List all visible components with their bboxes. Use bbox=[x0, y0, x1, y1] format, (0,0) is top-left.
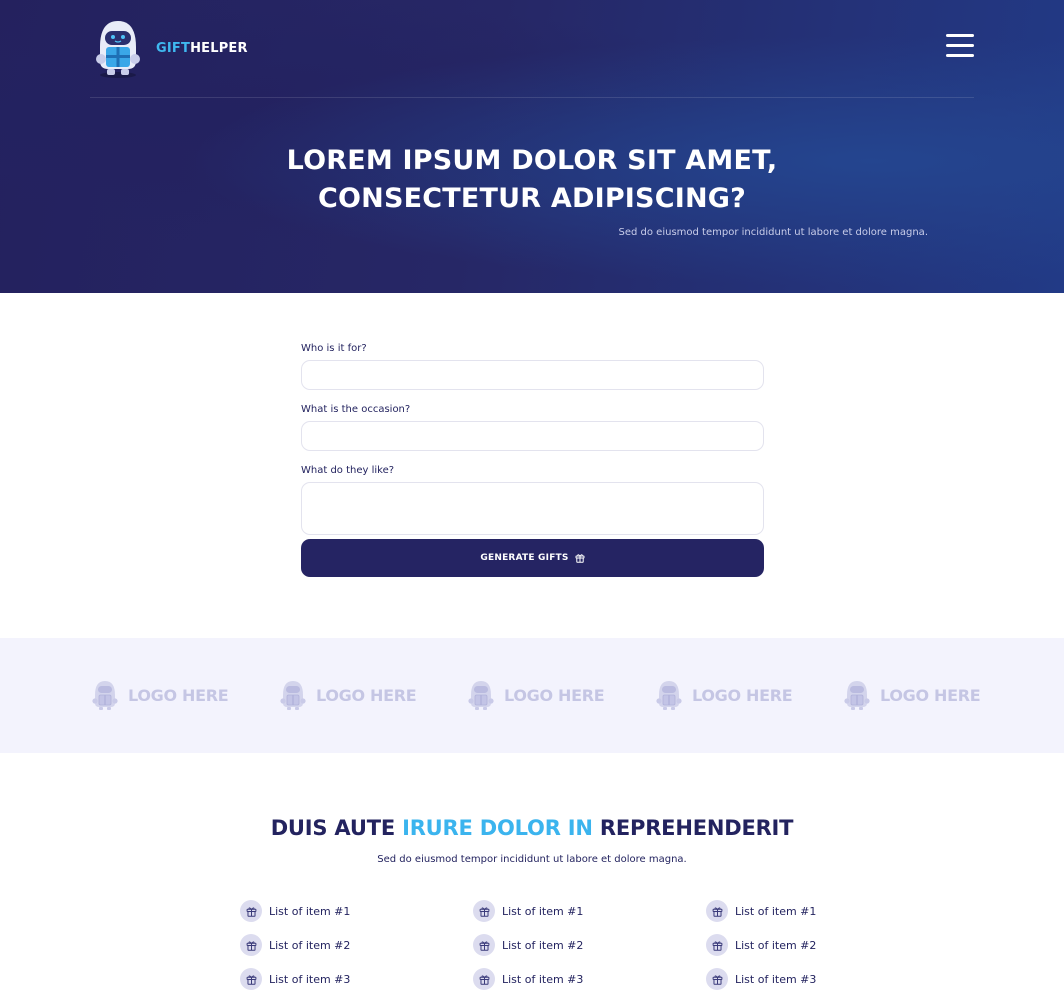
header-divider bbox=[90, 97, 974, 98]
partner-logo-text: LOGO HERE bbox=[316, 685, 417, 705]
partner-logo: LOGO HERE bbox=[654, 679, 793, 711]
likes-label: What do they like? bbox=[301, 465, 395, 476]
robot-logo-icon bbox=[468, 681, 494, 710]
gift-icon bbox=[240, 900, 262, 922]
gift-icon bbox=[473, 900, 495, 922]
gift-icon bbox=[240, 968, 262, 990]
hero-title-line1: LOREM IPSUM DOLOR SIT AMET, bbox=[286, 145, 778, 176]
list-item-text: List of item #1 bbox=[269, 904, 351, 918]
partner-logo-strip: LOGO HERE LOGO HERE LOGO HERE LOGO HERE … bbox=[0, 638, 1064, 753]
partner-logo: LOGO HERE bbox=[278, 679, 417, 711]
list-item: List of item #2 bbox=[240, 934, 440, 956]
robot-logo-icon bbox=[280, 681, 306, 710]
brand-name: GIFTHELPER bbox=[156, 41, 248, 56]
feature-list-column: List of item #1 List of item #2 List of … bbox=[706, 900, 906, 1001]
list-item-text: List of item #2 bbox=[269, 938, 351, 952]
generate-gifts-button[interactable]: GENERATE GIFTS bbox=[301, 539, 764, 577]
generate-gifts-label: GENERATE GIFTS bbox=[480, 553, 569, 563]
recipient-input[interactable] bbox=[301, 360, 764, 390]
list-item-text: List of item #1 bbox=[502, 904, 584, 918]
list-item: List of item #3 bbox=[240, 968, 440, 990]
hero-section: GIFTHELPER LOREM IPSUM DOLOR SIT AMET, C… bbox=[0, 0, 1064, 293]
gift-icon bbox=[473, 934, 495, 956]
hero-subtitle: Sed do eiusmod tempor incididunt ut labo… bbox=[618, 227, 928, 238]
partner-logo-text: LOGO HERE bbox=[692, 685, 793, 705]
likes-textarea[interactable] bbox=[301, 482, 764, 535]
robot-gift-logo-icon bbox=[96, 21, 140, 78]
list-item-text: List of item #2 bbox=[502, 938, 584, 952]
features-title-part2: REPREHENDERIT bbox=[592, 816, 794, 840]
hero-title: LOREM IPSUM DOLOR SIT AMET, CONSECTETUR … bbox=[232, 142, 832, 218]
robot-logo-icon bbox=[92, 681, 118, 710]
list-item: List of item #1 bbox=[473, 900, 673, 922]
partner-logo-text: LOGO HERE bbox=[128, 685, 229, 705]
gift-icon bbox=[473, 968, 495, 990]
features-title: DUIS AUTE IRURE DOLOR IN REPREHENDERIT bbox=[232, 816, 832, 840]
gift-icon bbox=[575, 554, 585, 563]
list-item-text: List of item #3 bbox=[735, 972, 817, 986]
partner-logo: LOGO HERE bbox=[466, 679, 605, 711]
list-item: List of item #3 bbox=[473, 968, 673, 990]
list-item: List of item #1 bbox=[706, 900, 906, 922]
site-logo[interactable]: GIFTHELPER bbox=[90, 17, 248, 79]
partner-logo: LOGO HERE bbox=[842, 679, 981, 711]
gift-icon bbox=[706, 934, 728, 956]
list-item-text: List of item #3 bbox=[502, 972, 584, 986]
list-item-text: List of item #3 bbox=[269, 972, 351, 986]
features-title-accent: IRURE DOLOR IN bbox=[402, 816, 593, 840]
occasion-label: What is the occasion? bbox=[301, 404, 411, 415]
brand-name-part2: HELPER bbox=[190, 40, 248, 56]
hero-title-line2: CONSECTETUR ADIPISCING? bbox=[318, 183, 746, 214]
partner-logo: LOGO HERE bbox=[90, 679, 229, 711]
feature-list-column: List of item #1 List of item #2 List of … bbox=[240, 900, 440, 1001]
gift-icon bbox=[240, 934, 262, 956]
robot-logo-icon bbox=[844, 681, 870, 710]
recipient-label: Who is it for? bbox=[301, 343, 367, 354]
list-item-text: List of item #1 bbox=[735, 904, 817, 918]
feature-list-column: List of item #1 List of item #2 List of … bbox=[473, 900, 673, 1001]
partner-logo-text: LOGO HERE bbox=[504, 685, 605, 705]
gift-icon bbox=[706, 968, 728, 990]
features-subtitle: Sed do eiusmod tempor incididunt ut labo… bbox=[377, 854, 687, 865]
list-item: List of item #3 bbox=[706, 968, 906, 990]
list-item-text: List of item #2 bbox=[735, 938, 817, 952]
partner-logo-text: LOGO HERE bbox=[880, 685, 981, 705]
list-item: List of item #2 bbox=[706, 934, 906, 956]
gift-icon bbox=[706, 900, 728, 922]
gift-form: Who is it for? What is the occasion? Wha… bbox=[301, 343, 764, 577]
brand-name-part1: GIFT bbox=[156, 40, 191, 56]
list-item: List of item #1 bbox=[240, 900, 440, 922]
robot-logo-icon bbox=[656, 681, 682, 710]
occasion-input[interactable] bbox=[301, 421, 764, 451]
hamburger-menu-icon[interactable] bbox=[946, 34, 974, 59]
features-title-part1: DUIS AUTE bbox=[270, 816, 403, 840]
list-item: List of item #2 bbox=[473, 934, 673, 956]
